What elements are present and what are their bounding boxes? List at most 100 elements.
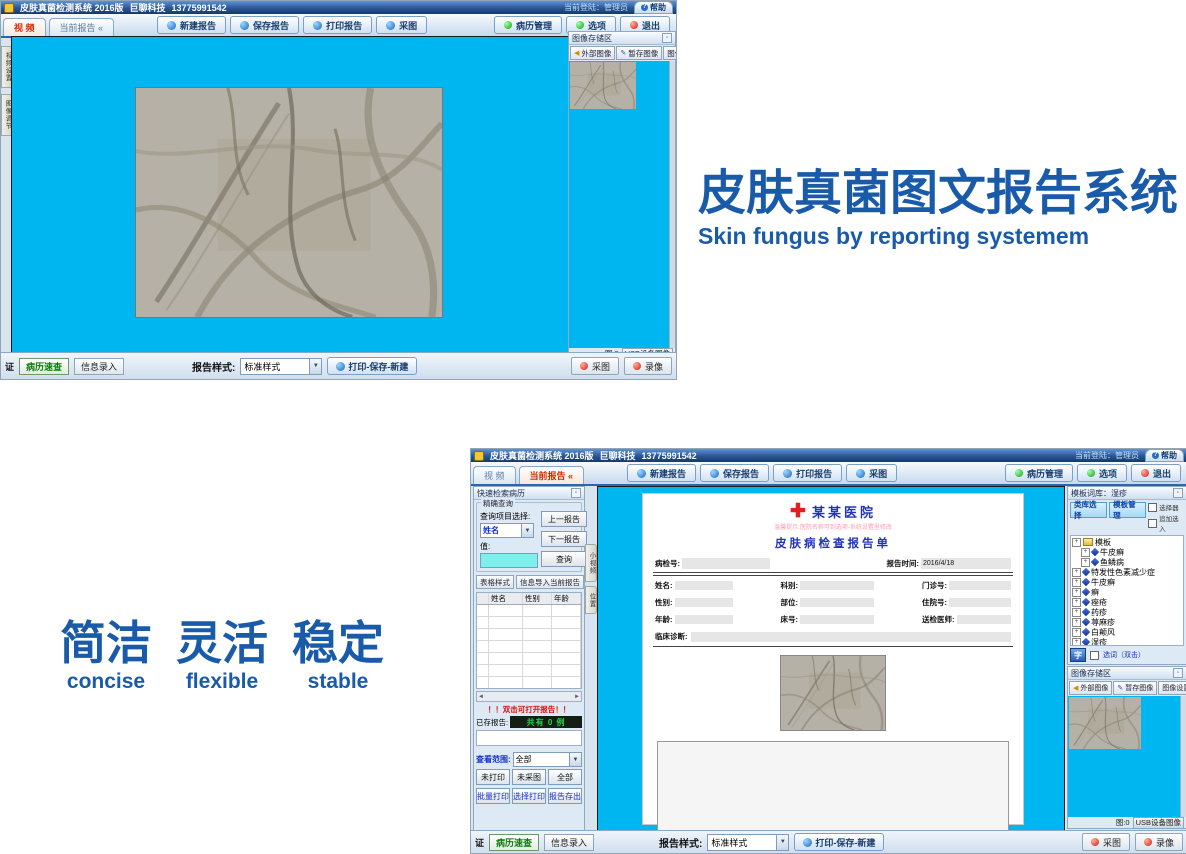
tab-current-report[interactable]: 当前报告 « — [49, 18, 115, 36]
image-thumbnail[interactable] — [570, 62, 636, 109]
filter-unprinted-button[interactable]: 未打印 — [476, 769, 510, 785]
dept-field[interactable] — [800, 581, 874, 590]
tree-item[interactable]: +荨麻疹 — [1072, 617, 1182, 627]
tree-item[interactable]: +鱼鳞病 — [1072, 557, 1182, 567]
tree-item[interactable]: +白颠风 — [1072, 627, 1182, 637]
inpatient-field[interactable] — [949, 598, 1011, 607]
diagnosis-field[interactable] — [691, 632, 1012, 642]
template-manage-button[interactable]: 模板管理 — [1109, 502, 1146, 518]
external-image-button[interactable]: ◀ 外部图像 — [570, 46, 615, 60]
external-image-button[interactable]: ◀ 外部图像 — [1069, 681, 1112, 695]
filter-all-button[interactable]: 全部 — [548, 769, 582, 785]
tree-item[interactable]: +湿疹 — [1072, 637, 1182, 646]
name-field[interactable] — [675, 581, 733, 590]
query-button[interactable]: 查询 — [541, 551, 587, 567]
append-checkbox[interactable] — [1148, 519, 1157, 528]
exam-no-field[interactable] — [682, 558, 770, 569]
table-row[interactable] — [477, 641, 581, 653]
quick-search-button[interactable]: 病历速查 — [19, 358, 69, 375]
expand-icon[interactable]: + — [1072, 538, 1081, 547]
info-entry-button[interactable]: 信息录入 — [544, 834, 594, 851]
query-field-select[interactable]: 姓名 ▼ — [480, 523, 534, 538]
expand-icon[interactable]: + — [1072, 638, 1081, 647]
temp-image-button[interactable]: ✎ 暂存图像 — [1113, 681, 1157, 695]
print-report-button[interactable]: 打印报告 — [773, 464, 842, 482]
close-icon[interactable]: ▫ — [571, 488, 581, 498]
sex-field[interactable] — [675, 598, 733, 607]
age-field[interactable] — [675, 615, 733, 624]
quick-search-button[interactable]: 病历速查 — [489, 834, 539, 851]
thumbnail-area[interactable] — [1068, 696, 1180, 817]
record-video-button[interactable]: 录像 — [1135, 833, 1183, 851]
report-style-select[interactable]: 标准样式 ▼ — [240, 358, 322, 375]
collapse-icon[interactable]: ▫ — [1173, 668, 1183, 678]
word-select-checkbox[interactable] — [1090, 651, 1099, 660]
view-range-select[interactable]: 全部 ▼ — [513, 752, 582, 767]
tree-item[interactable]: +药疹 — [1072, 607, 1182, 617]
thumbnail-scrollbar[interactable] — [1180, 696, 1186, 817]
report-microscope-image[interactable] — [780, 655, 886, 731]
capture-button[interactable]: 采图 — [376, 16, 427, 34]
thumbnail-area[interactable] — [569, 61, 669, 348]
table-row[interactable] — [477, 605, 581, 617]
close-icon[interactable]: ▫ — [1173, 488, 1183, 498]
records-manage-button[interactable]: 病历管理 — [494, 16, 562, 34]
table-style-button[interactable]: 表格样式 — [476, 575, 514, 589]
new-report-button[interactable]: 新建报告 — [157, 16, 226, 34]
capture-button[interactable]: 采图 — [846, 464, 897, 482]
capture-image-button[interactable]: 采图 — [1082, 833, 1130, 851]
tree-item[interactable]: +牛皮癣 — [1072, 547, 1182, 557]
query-value-input[interactable] — [480, 553, 538, 568]
expand-icon[interactable]: + — [1072, 618, 1081, 627]
side-tab-mini-video[interactable]: 小视频 — [585, 544, 597, 582]
capture-image-button[interactable]: 采图 — [571, 357, 619, 375]
part-field[interactable] — [800, 598, 874, 607]
patient-result-table[interactable]: 姓名 性别 年龄 — [476, 592, 582, 689]
report-time-field[interactable]: 2016/4/18 — [921, 558, 1011, 569]
thumbnail-scrollbar[interactable] — [669, 61, 675, 348]
next-report-button[interactable]: 下一报告 — [541, 531, 587, 547]
import-to-report-button[interactable]: 信息导入当前报告 — [516, 575, 584, 589]
records-manage-button[interactable]: 病历管理 — [1005, 464, 1073, 482]
export-report-button[interactable]: 报告存出 — [548, 788, 582, 804]
print-save-new-button[interactable]: 打印-保存-新建 — [327, 357, 417, 375]
print-save-new-button[interactable]: 打印-保存-新建 — [794, 833, 884, 851]
tree-item[interactable]: +特发性色素减少症 — [1072, 567, 1182, 577]
table-row[interactable] — [477, 677, 581, 688]
print-report-button[interactable]: 打印报告 — [303, 16, 372, 34]
bed-field[interactable] — [800, 615, 874, 624]
filter-uncaptured-button[interactable]: 未采图 — [512, 769, 546, 785]
prev-report-button[interactable]: 上一报告 — [541, 511, 587, 527]
info-entry-button[interactable]: 信息录入 — [74, 358, 124, 375]
expand-icon[interactable]: + — [1081, 558, 1090, 567]
expand-icon[interactable]: + — [1072, 598, 1081, 607]
options-button[interactable]: 选项 — [1077, 464, 1127, 482]
new-report-button[interactable]: 新建报告 — [627, 464, 696, 482]
tree-item[interactable]: +牛皮癣 — [1072, 577, 1182, 587]
tree-item[interactable]: +痤疮 — [1072, 597, 1182, 607]
expand-icon[interactable]: + — [1072, 588, 1081, 597]
save-report-button[interactable]: 保存报告 — [700, 464, 769, 482]
side-tab-position[interactable]: 位置 — [585, 586, 597, 614]
expand-icon[interactable]: + — [1072, 578, 1081, 587]
temp-image-button[interactable]: ✎ 暂存图像 — [616, 46, 662, 60]
tab-video[interactable]: 视 频 — [3, 18, 46, 36]
outpatient-field[interactable] — [949, 581, 1011, 590]
tab-video[interactable]: 视 频 — [473, 466, 516, 484]
save-report-button[interactable]: 保存报告 — [230, 16, 299, 34]
tree-item[interactable]: +癣 — [1072, 587, 1182, 597]
report-style-select[interactable]: 标准样式 ▼ — [707, 834, 789, 851]
image-thumbnail[interactable] — [1069, 697, 1141, 749]
library-select-button[interactable]: 类库选择 — [1070, 502, 1107, 518]
expand-icon[interactable]: + — [1072, 568, 1081, 577]
record-video-button[interactable]: 录像 — [624, 357, 672, 375]
table-row[interactable] — [477, 665, 581, 677]
report-page[interactable]: ✚ 某某医院 温馨提示:医院名称可到选项-系统设置里修改 皮肤病检查报告单 病检… — [642, 493, 1024, 825]
table-row[interactable] — [477, 617, 581, 629]
help-button[interactable]: ? 帮助 — [1145, 449, 1184, 462]
image-settings-button[interactable]: 图像设置 — [1158, 681, 1186, 695]
live-video-area[interactable] — [11, 36, 569, 355]
report-name-box[interactable] — [476, 730, 582, 746]
word-button[interactable]: 字 — [1070, 648, 1086, 662]
expand-icon[interactable]: + — [1081, 548, 1090, 557]
